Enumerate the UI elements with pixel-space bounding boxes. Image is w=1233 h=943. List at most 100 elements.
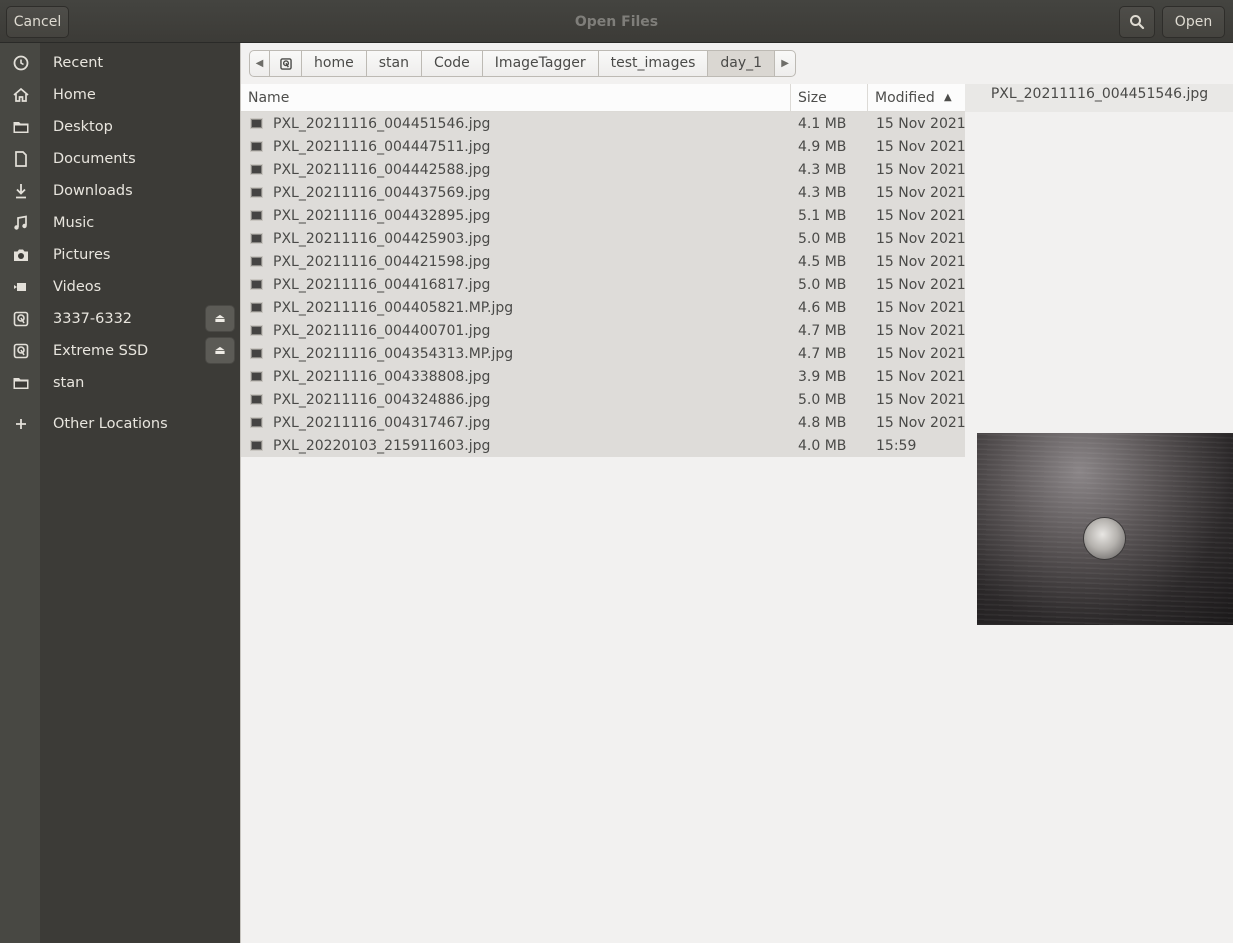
file-name: PXL_20211116_004416817.jpg [273,277,491,293]
sort-ascending-icon: ▲ [944,92,952,103]
path-root-drive[interactable] [270,50,302,77]
column-header-name[interactable]: Name [241,84,791,112]
sidebar-item-music[interactable]: Music [0,206,240,238]
sidebar-item-home[interactable]: Home [0,78,240,110]
path-segment-home[interactable]: home [302,50,367,77]
sidebar-item-label: Pictures [53,247,111,263]
file-row[interactable]: PXL_20211116_004442588.jpg 4.3 MB 15 Nov 2… [241,158,966,181]
sidebar-item-desktop[interactable]: Desktop [0,110,240,142]
file-modified: 15:59 [876,438,917,454]
open-button[interactable]: Open [1162,6,1225,38]
image-file-icon [250,210,263,221]
sidebar-item-label: Extreme SSD [53,343,149,359]
sidebar-item-videos[interactable]: Videos [0,270,240,302]
file-row[interactable]: PXL_20211116_004416817.jpg 5.0 MB 15 Nov 2… [241,273,966,296]
sidebar-item-label: Desktop [53,119,113,135]
sidebar-item-label: Other Locations [53,416,168,432]
sidebar-item-pictures[interactable]: Pictures [0,238,240,270]
eject-button[interactable]: ⏏ [205,305,235,332]
image-file-icon [250,118,263,129]
image-file-icon [250,371,263,382]
path-bar: ◀ home stan Code ImageTagger test_images… [249,50,797,77]
header-bar: Cancel Open Files Open [0,0,1233,43]
file-name: PXL_20211116_004432895.jpg [273,208,491,224]
file-list: Name Size Modified ▲ PXL_20211116_004451… [241,84,966,457]
file-name: PXL_20211116_004425903.jpg [273,231,491,247]
path-segment-code[interactable]: Code [421,50,483,77]
folder-icon [13,122,29,133]
file-name: PXL_20220103_215911603.jpg [273,438,491,454]
path-segment-day-1[interactable]: day_1 [708,50,776,77]
file-modified: 15 Nov 2021 [876,254,966,270]
file-row[interactable]: PXL_20220103_215911603.jpg 4.0 MB 15:59 [241,434,965,457]
file-modified: 15 Nov 2021 [876,231,966,247]
file-row[interactable]: PXL_20211116_004354313.MP.jpg 4.7 MB 15 No… [241,342,966,365]
path-segment-imagetagger[interactable]: ImageTagger [482,50,599,77]
sidebar-item-downloads[interactable]: Downloads [0,174,240,206]
file-modified: 15 Nov 2021 [876,139,966,155]
file-row[interactable]: PXL_20211116_004400701.jpg 4.7 MB 15 Nov 2… [241,319,966,342]
file-modified: 15 Nov 2021 [876,369,966,385]
file-name: PXL_20211116_004317467.jpg [273,415,491,431]
file-row[interactable]: PXL_20211116_004421598.jpg 4.5 MB 15 Nov 2… [241,250,966,273]
file-row[interactable]: PXL_20211116_004317467.jpg 4.8 MB 15 Nov 2… [241,411,966,434]
file-size: 4.3 MB [798,162,847,178]
file-row[interactable]: PXL_20211116_004425903.jpg 5.0 MB 15 Nov 2… [241,227,966,250]
file-name: PXL_20211116_004324886.jpg [273,392,491,408]
sidebar-item-extreme-ssd[interactable]: Extreme SSD ⏏ [0,334,240,366]
drive-icon [13,311,29,327]
sidebar-item-documents[interactable]: Documents [0,142,240,174]
file-modified: 15 Nov 2021 [876,277,966,293]
file-name: PXL_20211116_004405821.MP.jpg [273,300,514,316]
file-modified: 15 Nov 2021 [876,116,966,132]
sidebar-item-label: Recent [53,55,104,71]
sidebar-item-3337-6332[interactable]: 3337-6332 ⏏ [0,302,240,334]
sidebar-item-stan[interactable]: stan [0,366,240,398]
file-row[interactable]: PXL_20211116_004451546.jpg 4.1 MB 15 Nov 2… [241,112,966,135]
file-modified: 15 Nov 2021 [876,392,966,408]
file-modified: 15 Nov 2021 [876,208,966,224]
file-row[interactable]: PXL_20211116_004432895.jpg 5.1 MB 15 Nov 2… [241,204,966,227]
file-size: 4.8 MB [798,415,847,431]
sidebar-item-recent[interactable]: Recent [0,46,240,78]
path-segment-stan[interactable]: stan [366,50,422,77]
music-icon [14,215,27,230]
chevron-right-icon: ▶ [781,58,789,69]
coin-in-photo [1084,518,1125,559]
column-header-size[interactable]: Size [791,84,868,112]
document-icon [15,151,27,167]
plus-icon [16,419,26,429]
file-row[interactable]: PXL_20211116_004405821.MP.jpg 4.6 MB 15 No… [241,296,966,319]
sidebar-item-other-locations[interactable]: Other Locations [0,407,240,439]
search-button[interactable] [1119,6,1155,38]
file-size: 4.7 MB [798,323,847,339]
image-file-icon [250,279,263,290]
eject-button[interactable]: ⏏ [205,337,235,364]
drive-icon [279,58,292,70]
file-modified: 15 Nov 2021 [876,323,966,339]
file-browser: ◀ home stan Code ImageTagger test_images… [240,43,1233,943]
places-sidebar: Recent Home Desktop Documents Downloads … [0,43,240,943]
sidebar-item-label: Music [53,215,95,231]
file-size: 3.9 MB [798,369,847,385]
image-file-icon [250,141,263,152]
file-row[interactable]: PXL_20211116_004437569.jpg 4.3 MB 15 Nov 2… [241,181,966,204]
path-segment-test-images[interactable]: test_images [598,50,709,77]
file-name: PXL_20211116_004437569.jpg [273,185,491,201]
file-size: 5.0 MB [798,231,847,247]
file-row[interactable]: PXL_20211116_004324886.jpg 5.0 MB 15 Nov 2… [241,388,966,411]
preview-filename: PXL_20211116_004451546.jpg [990,86,1209,102]
file-name: PXL_20211116_004338808.jpg [273,369,491,385]
image-file-icon [250,440,263,451]
file-modified: 15 Nov 2021 [876,346,966,362]
file-size: 4.1 MB [798,116,847,132]
drive-icon [13,343,29,359]
cancel-button[interactable]: Cancel [6,6,69,38]
path-scroll-right[interactable]: ▶ [775,50,797,77]
path-scroll-left[interactable]: ◀ [249,50,270,77]
file-row[interactable]: PXL_20211116_004338808.jpg 3.9 MB 15 Nov 2… [241,365,966,388]
sidebar-item-label: 3337-6332 [53,311,133,327]
clock-icon [13,55,29,71]
preview-image [977,433,1233,625]
file-row[interactable]: PXL_20211116_004447511.jpg 4.9 MB 15 Nov 2… [241,135,966,158]
